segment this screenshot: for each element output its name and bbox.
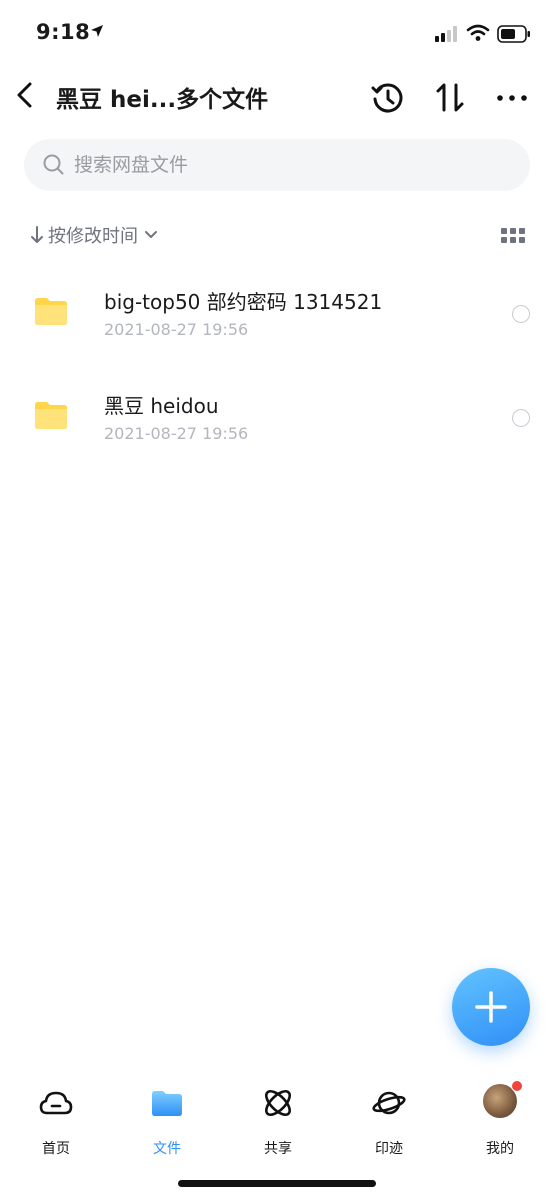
cloud-icon (39, 1091, 73, 1115)
chevron-left-icon (17, 82, 32, 108)
search-bar[interactable] (24, 139, 530, 191)
folder-icon (152, 1091, 182, 1116)
tab-home[interactable]: 首页 (16, 1086, 96, 1157)
chevron-down-icon (145, 231, 157, 238)
add-button[interactable] (452, 968, 530, 1046)
signal-icon (435, 26, 457, 42)
select-checkbox[interactable] (512, 305, 530, 323)
file-list: big-top50 部约密码 1314521 2021-08-27 19:56 … (0, 262, 554, 470)
sort-toggle-button[interactable] (432, 80, 468, 116)
select-checkbox[interactable] (512, 409, 530, 427)
nav-bar: 黑豆 hei...多个文件 (0, 66, 554, 126)
list-item[interactable]: 黑豆 heidou 2021-08-27 19:56 (0, 366, 554, 470)
tab-me[interactable]: 我的 (460, 1080, 540, 1157)
tab-label: 印迹 (375, 1141, 403, 1157)
tab-label: 首页 (42, 1141, 70, 1157)
tab-bar: 首页 文件 共享 印迹 我的 (0, 1076, 554, 1157)
folder-icon (35, 402, 67, 429)
search-input[interactable] (74, 139, 504, 191)
grid-view-button[interactable] (500, 226, 526, 246)
list-item[interactable]: big-top50 部约密码 1314521 2021-08-27 19:56 (0, 262, 554, 366)
tab-traces[interactable]: 印迹 (349, 1086, 429, 1157)
file-date: 2021-08-27 19:56 (104, 424, 249, 443)
status-time: 9:18 (36, 20, 91, 44)
history-button[interactable] (370, 80, 406, 116)
folder-icon (35, 298, 67, 325)
tab-label: 文件 (153, 1141, 181, 1157)
home-indicator (178, 1180, 376, 1187)
atom-icon (264, 1089, 292, 1117)
file-name: 黑豆 heidou (104, 394, 219, 418)
tab-files[interactable]: 文件 (127, 1086, 207, 1157)
arrow-down-icon (31, 226, 43, 243)
more-dots-icon (497, 95, 527, 101)
plus-icon (475, 991, 507, 1023)
file-name: big-top50 部约密码 1314521 (104, 290, 383, 314)
status-bar: 9:18 (0, 0, 554, 66)
file-date: 2021-08-27 19:56 (104, 320, 249, 339)
notification-badge (511, 1080, 523, 1092)
search-icon (43, 154, 64, 175)
history-icon (371, 83, 403, 113)
wifi-icon (466, 24, 490, 41)
tab-label: 共享 (264, 1141, 292, 1157)
tab-label: 我的 (486, 1141, 514, 1157)
sort-selector[interactable]: 按修改时间 (30, 220, 158, 250)
page-title: 黑豆 hei...多个文件 (56, 87, 269, 113)
tab-share[interactable]: 共享 (238, 1086, 318, 1157)
grid-icon (501, 228, 525, 243)
battery-icon (497, 25, 530, 43)
sort-label: 按修改时间 (48, 226, 138, 247)
sort-arrows-icon (436, 83, 464, 112)
more-button[interactable] (494, 80, 530, 116)
back-button[interactable] (12, 78, 40, 114)
location-arrow-icon (91, 25, 103, 37)
planet-icon (372, 1091, 406, 1115)
